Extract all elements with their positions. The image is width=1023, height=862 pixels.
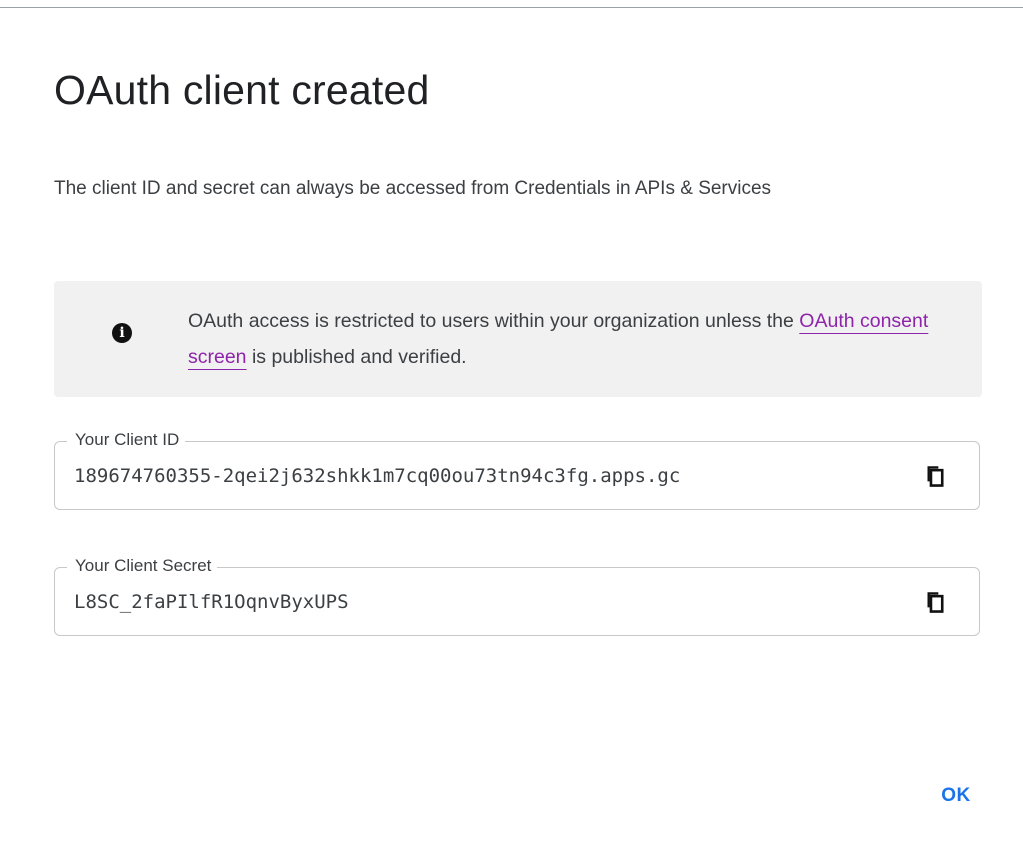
notice-banner: i OAuth access is restricted to users wi…: [54, 281, 982, 397]
dialog-description: The client ID and secret can always be a…: [54, 178, 772, 199]
client-secret-label: Your Client Secret: [67, 554, 218, 578]
copy-client-id-button[interactable]: [921, 463, 947, 489]
notice-text-after: is published and verified.: [246, 346, 467, 368]
clipped-background-text: [10, 0, 170, 5]
ok-button[interactable]: OK: [926, 776, 986, 816]
notice-text-before: OAuth access is restricted to users with…: [188, 310, 800, 332]
dialog-title: OAuth client created: [54, 67, 430, 113]
client-secret-field: Your Client Secret L8SC_2faPIlfR1OqnvByx…: [54, 554, 980, 636]
copy-icon: [927, 466, 944, 487]
copy-client-secret-button[interactable]: [921, 589, 947, 615]
notice-text: OAuth access is restricted to users with…: [188, 303, 948, 375]
copy-icon: [927, 592, 944, 613]
client-id-label: Your Client ID: [67, 428, 186, 452]
info-icon: i: [112, 323, 132, 343]
oauth-created-dialog: OAuth client created The client ID and s…: [0, 8, 1023, 862]
client-id-value[interactable]: 189674760355-2qei2j632shkk1m7cq00ou73tn9…: [74, 460, 894, 492]
client-secret-value[interactable]: L8SC_2faPIlfR1OqnvByxUPS: [74, 586, 894, 618]
client-id-field: Your Client ID 189674760355-2qei2j632shk…: [54, 428, 980, 510]
